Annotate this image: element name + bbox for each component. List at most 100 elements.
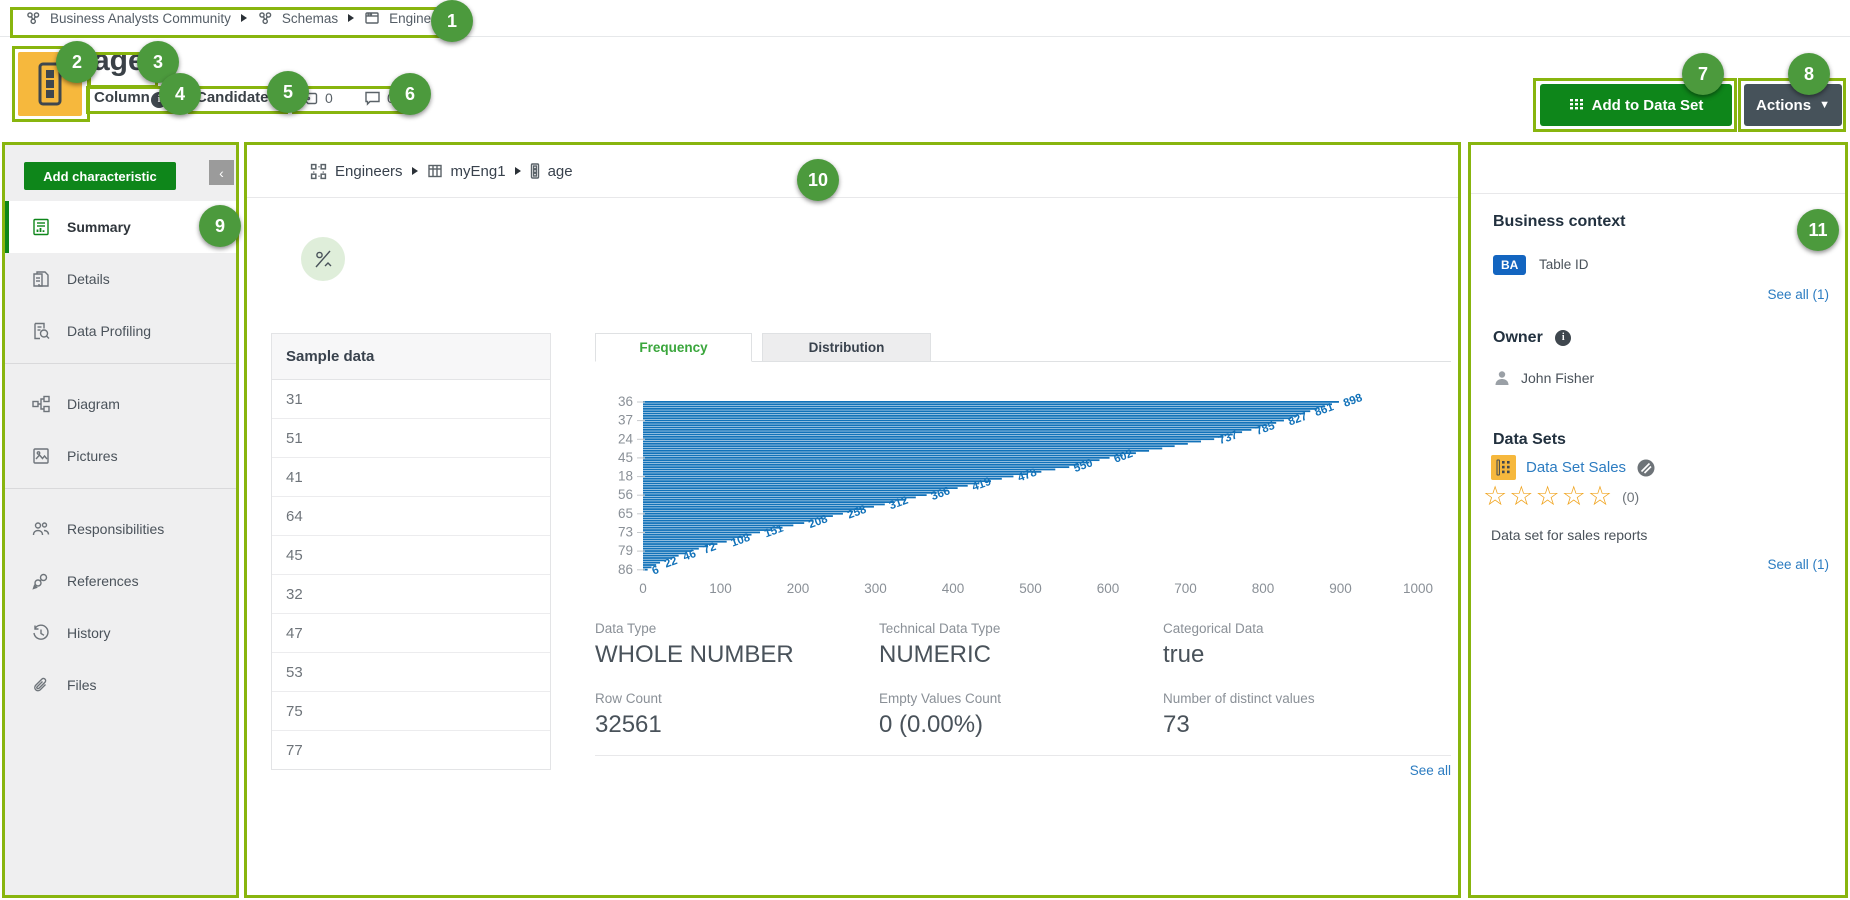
sidebar-item-label: Pictures <box>67 448 118 464</box>
sidebar-item-data-profiling[interactable]: Data Profiling <box>5 305 236 357</box>
x-axis-tick-label: 300 <box>864 581 887 596</box>
frequency-bar <box>643 408 1317 410</box>
add-grid-icon <box>1569 98 1584 113</box>
y-axis-tick-label: 36 <box>618 394 633 409</box>
sidebar-item-files[interactable]: Files <box>5 659 236 711</box>
stat-label: Row Count <box>595 691 865 706</box>
stats-divider <box>595 755 1451 756</box>
frequency-bar <box>643 506 874 508</box>
tab-distribution[interactable]: Distribution <box>762 333 931 362</box>
frequency-bar <box>643 499 906 501</box>
frequency-bar <box>643 529 771 531</box>
business-context-heading: Business context <box>1493 213 1625 231</box>
dataset-link[interactable]: Data Set Sales <box>1526 459 1626 476</box>
frequency-bar <box>643 476 1013 478</box>
see-all-datasets-link[interactable]: See all (1) <box>1767 557 1829 572</box>
annotation-badge-6: 6 <box>389 73 431 115</box>
annotation-badge-10: 10 <box>797 159 839 201</box>
breadcrumb: Business Analysts CommunitySchemasEngine… <box>25 0 450 36</box>
annotation-badge-4: 4 <box>159 73 201 115</box>
breadcrumb-item[interactable]: Engineers <box>335 163 403 180</box>
sample-data-row: 77 <box>272 730 550 769</box>
x-axis-tick-label: 0 <box>639 581 647 596</box>
frequency-bar <box>643 494 927 496</box>
frequency-bar <box>643 422 1276 424</box>
x-axis-tick-label: 1000 <box>1403 581 1433 596</box>
column-icon <box>530 163 540 179</box>
star-icon[interactable]: ☆ <box>1509 483 1535 510</box>
sample-data-row: 53 <box>272 652 550 691</box>
comment-icon <box>364 90 381 106</box>
term-label[interactable]: Table ID <box>1539 257 1589 272</box>
breadcrumb-item[interactable]: age <box>548 163 573 180</box>
stat-data-type: Data TypeWHOLE NUMBER <box>595 621 865 669</box>
responsibilities-icon <box>31 519 51 539</box>
term-badge[interactable]: BA <box>1493 255 1526 275</box>
bar-value-label: 898 <box>1342 392 1365 410</box>
sidebar-item-label: Responsibilities <box>67 521 164 537</box>
frequency-bar <box>643 469 1055 471</box>
frequency-bar <box>643 545 708 547</box>
sidebar-item-label: References <box>67 573 139 589</box>
add-characteristic-button[interactable]: Add characteristic <box>24 162 176 190</box>
breadcrumb-separator-icon <box>514 166 522 176</box>
frequency-bar <box>643 466 1069 468</box>
diagram-icon <box>31 394 51 414</box>
star-icon[interactable]: ☆ <box>1483 483 1509 510</box>
sidebar-item-diagram[interactable]: Diagram <box>5 378 236 430</box>
frequency-bar <box>643 471 1041 473</box>
breadcrumb-separator-icon <box>411 166 419 176</box>
y-axis-tick-label: 37 <box>618 413 633 428</box>
star-icon[interactable]: ☆ <box>1535 483 1561 510</box>
frequency-bar <box>643 478 1002 480</box>
frequency-bar <box>643 464 1079 466</box>
stat-value: 73 <box>1163 711 1433 739</box>
sample-data-table: Sample data 31514164453247537577 <box>271 333 551 770</box>
sidebar-item-label: Diagram <box>67 396 120 412</box>
x-axis-tick-label: 600 <box>1097 581 1120 596</box>
frequency-bar <box>643 483 979 485</box>
frequency-bar <box>643 562 660 564</box>
no-rule-icon[interactable] <box>301 237 345 281</box>
frequency-bar <box>643 429 1251 431</box>
frequency-bar <box>643 552 686 554</box>
frequency-bar <box>643 462 1089 464</box>
y-axis-tick-label: 79 <box>618 543 633 558</box>
bar-value-label: 6 <box>651 564 661 577</box>
see-all-business-context-link[interactable]: See all (1) <box>1767 287 1829 302</box>
owner-heading: Owner i <box>1493 329 1571 347</box>
sidebar-item-pictures[interactable]: Pictures <box>5 430 236 482</box>
owner-row: John Fisher <box>1493 369 1594 387</box>
see-all-link[interactable]: See all <box>1251 763 1451 778</box>
sidebar-item-references[interactable]: References <box>5 555 236 607</box>
star-icon[interactable]: ☆ <box>1562 483 1588 510</box>
frequency-bar <box>643 431 1242 433</box>
tab-frequency[interactable]: Frequency <box>595 333 752 362</box>
status-label: Candidate <box>196 89 269 106</box>
annotation-badge-2: 2 <box>56 41 98 83</box>
frequency-bar <box>643 527 783 529</box>
actions-label: Actions <box>1756 97 1811 114</box>
breadcrumb-item[interactable]: Business Analysts Community <box>50 11 231 26</box>
frequency-bar <box>643 518 824 520</box>
info-icon[interactable]: i <box>1555 330 1571 346</box>
frequency-bar <box>643 413 1304 415</box>
sidebar-item-responsibilities[interactable]: Responsibilities <box>5 503 236 555</box>
frequency-bar <box>643 515 833 517</box>
star-icon[interactable]: ☆ <box>1588 483 1614 510</box>
sidebar-item-details[interactable]: Details <box>5 253 236 305</box>
annotation-badge-9: 9 <box>199 205 241 247</box>
breadcrumb-item[interactable]: myEng1 <box>451 163 506 180</box>
breadcrumb-item[interactable]: Schemas <box>282 11 338 26</box>
annotation-badge-8: 8 <box>1788 53 1830 95</box>
frequency-bar <box>643 508 864 510</box>
x-axis-tick-label: 900 <box>1329 581 1352 596</box>
sidebar-item-label: History <box>67 625 111 641</box>
actions-button[interactable]: Actions ▼ <box>1744 84 1842 126</box>
y-axis-tick-label: 45 <box>618 450 633 465</box>
frequency-bar <box>643 504 885 506</box>
sidebar-item-history[interactable]: History <box>5 607 236 659</box>
stat-value: 0 (0.00%) <box>879 711 1149 739</box>
add-to-dataset-label: Add to Data Set <box>1592 97 1704 114</box>
collapse-sidebar-button[interactable]: ‹ <box>209 160 234 185</box>
